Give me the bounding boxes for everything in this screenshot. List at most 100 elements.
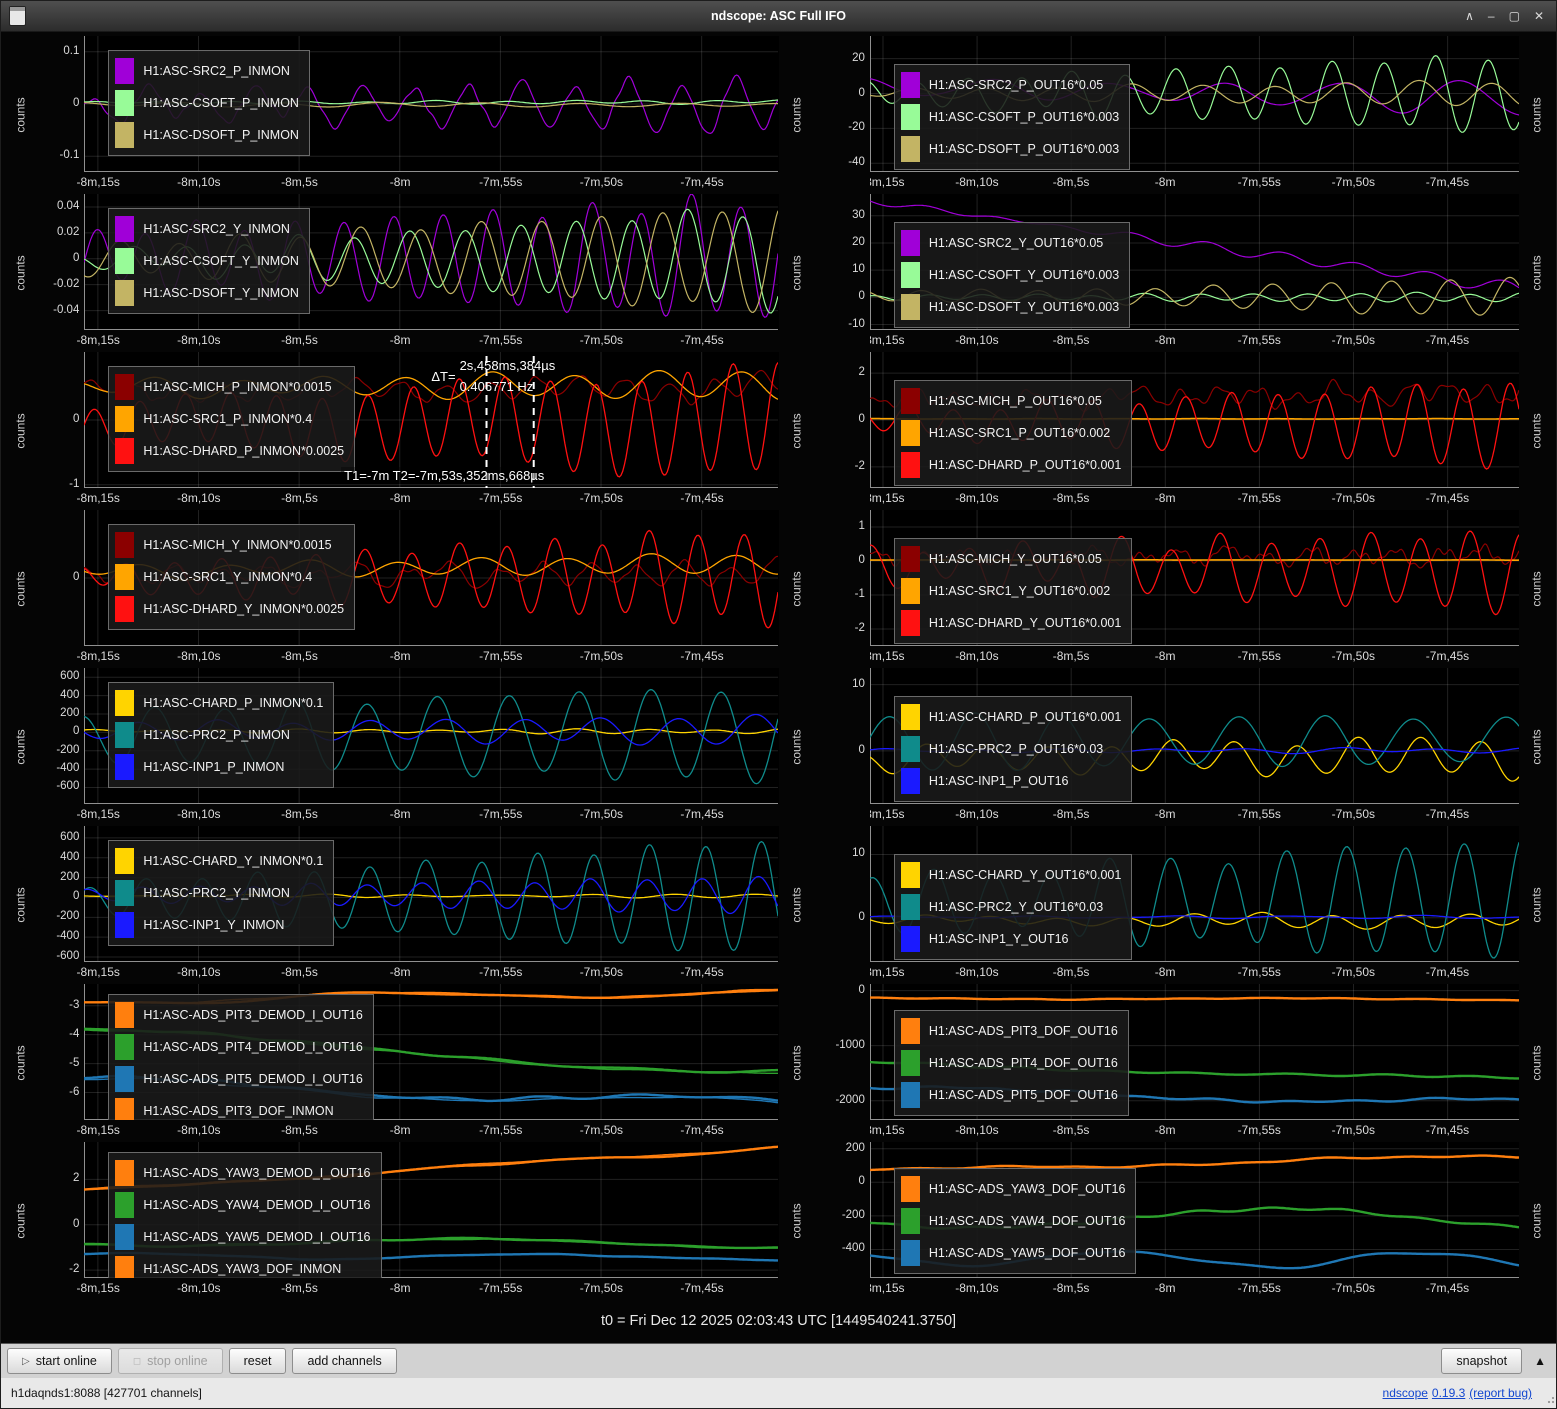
legend[interactable]: H1:ASC-CHARD_Y_INMON*0.1H1:ASC-PRC2_Y_IN…: [108, 840, 334, 946]
close-button[interactable]: ✕: [1534, 8, 1544, 24]
x-tick: -7m,45s: [1402, 175, 1492, 189]
start-online-button[interactable]: ▷ start online: [7, 1348, 112, 1374]
x-tick-labels: -8m,15s-8m,10s-8m,5s-8m-7m,55s-7m,50s-7m…: [870, 804, 1519, 826]
legend-entry: H1:ASC-ADS_YAW3_DOF_INMON: [115, 1253, 370, 1278]
y-axis-label: counts: [3, 352, 38, 510]
x-tick: -8m,15s: [870, 491, 928, 505]
y-tick: 0: [858, 87, 864, 99]
y-tick-labels: 200-20-40: [814, 36, 870, 194]
x-tick-labels: -8m,15s-8m,10s-8m,5s-8m-7m,55s-7m,50s-7m…: [84, 1120, 778, 1142]
legend-swatch: [115, 406, 134, 432]
x-tick: -7m,55s: [456, 175, 546, 189]
plot-canvas[interactable]: H1:ASC-CHARD_Y_INMON*0.1H1:ASC-PRC2_Y_IN…: [84, 826, 778, 962]
plot-canvas[interactable]: H1:ASC-CHARD_P_OUT16*0.001H1:ASC-PRC2_P_…: [870, 668, 1519, 804]
legend-swatch: [901, 1176, 920, 1202]
y-axis-label-right: counts: [1519, 36, 1554, 194]
legend[interactable]: H1:ASC-SRC2_P_INMONH1:ASC-CSOFT_P_INMONH…: [108, 50, 310, 156]
legend[interactable]: H1:ASC-CHARD_P_OUT16*0.001H1:ASC-PRC2_P_…: [894, 696, 1132, 802]
y-tick-labels: -3-4-5-6: [38, 984, 84, 1142]
y-tick: 0: [73, 571, 79, 583]
legend[interactable]: H1:ASC-MICH_Y_OUT16*0.05H1:ASC-SRC1_Y_OU…: [894, 538, 1132, 644]
plot-canvas[interactable]: H1:ASC-ADS_PIT3_DOF_OUT16H1:ASC-ADS_PIT4…: [870, 984, 1519, 1120]
y-tick: 10: [852, 263, 865, 275]
plot-canvas[interactable]: H1:ASC-MICH_Y_INMON*0.0015H1:ASC-SRC1_Y_…: [84, 510, 778, 646]
title-bar[interactable]: ndscope: ASC Full IFO ∧ – ▢ ✕: [1, 1, 1556, 32]
plot-canvas[interactable]: ΔT=2s,458ms,384µs0.406771 HzT1=-7m T2=-7…: [84, 352, 778, 488]
plot-canvas[interactable]: H1:ASC-ADS_YAW3_DEMOD_I_OUT16 H1:ASC-ADS_…: [84, 1142, 778, 1278]
legend[interactable]: H1:ASC-ADS_YAW3_DEMOD_I_OUT16 H1:ASC-ADS_…: [108, 1152, 381, 1278]
y-tick: 10: [852, 847, 865, 859]
plot-canvas[interactable]: H1:ASC-SRC2_P_OUT16*0.05H1:ASC-CSOFT_P_O…: [870, 36, 1519, 172]
y-tick: -200: [842, 1209, 865, 1221]
legend[interactable]: H1:ASC-ADS_YAW3_DOF_OUT16H1:ASC-ADS_YAW4…: [894, 1168, 1137, 1274]
legend-label: H1:ASC-SRC2_P_INMON: [143, 64, 290, 78]
shade-button[interactable]: ∧: [1465, 8, 1474, 24]
legend[interactable]: H1:ASC-SRC2_Y_OUT16*0.05H1:ASC-CSOFT_Y_O…: [894, 222, 1130, 328]
add-channels-button[interactable]: add channels: [292, 1348, 396, 1374]
legend-swatch: [901, 610, 920, 636]
plot-canvas[interactable]: H1:ASC-SRC2_Y_OUT16*0.05H1:ASC-CSOFT_Y_O…: [870, 194, 1519, 330]
x-tick-labels: -8m,15s-8m,10s-8m,5s-8m-7m,55s-7m,50s-7m…: [870, 962, 1519, 984]
plot-canvas[interactable]: H1:ASC-CHARD_P_INMON*0.1H1:ASC-PRC2_P_IN…: [84, 668, 778, 804]
ndscope-window: ndscope: ASC Full IFO ∧ – ▢ ✕ counts 0.10…: [0, 0, 1557, 1409]
y-tick-labels: 0.10-0.1: [38, 36, 84, 194]
plot-canvas[interactable]: H1:ASC-CHARD_Y_OUT16*0.001H1:ASC-PRC2_Y_…: [870, 826, 1519, 962]
legend-swatch: [115, 122, 134, 148]
y-tick: 0: [858, 554, 864, 566]
x-tick: -8m: [355, 649, 445, 663]
legend-label: H1:ASC-MICH_P_INMON*0.0015: [143, 380, 331, 394]
snapshot-button[interactable]: snapshot: [1441, 1348, 1522, 1374]
minimize-button[interactable]: –: [1488, 8, 1495, 24]
y-tick: -6: [69, 1086, 79, 1098]
plot-canvas[interactable]: H1:ASC-SRC2_P_INMONH1:ASC-CSOFT_P_INMONH…: [84, 36, 778, 172]
collapse-arrow-icon[interactable]: ▲: [1530, 1354, 1550, 1368]
legend-entry: H1:ASC-INP1_P_INMON: [115, 751, 323, 783]
plot-chard-p-out16: counts100H1:ASC-CHARD_P_OUT16*0.001H1:AS…: [779, 668, 1555, 826]
y-tick: -1: [855, 588, 865, 600]
x-tick: -7m,55s: [1214, 649, 1304, 663]
plot-canvas[interactable]: H1:ASC-ADS_PIT3_DEMOD_I_OUT16H1:ASC-ADS_…: [84, 984, 778, 1120]
legend-label: H1:ASC-CHARD_P_INMON*0.1: [143, 696, 323, 710]
x-tick-labels: -8m,15s-8m,10s-8m,5s-8m-7m,55s-7m,50s-7m…: [870, 172, 1519, 194]
y-tick: 0: [73, 890, 79, 902]
version-link[interactable]: 0.19.3: [1432, 1386, 1465, 1400]
y-tick-labels: 0.040.020-0.02-0.04: [38, 194, 84, 352]
plot-canvas[interactable]: H1:ASC-MICH_Y_OUT16*0.05H1:ASC-SRC1_Y_OU…: [870, 510, 1519, 646]
maximize-button[interactable]: ▢: [1509, 8, 1520, 24]
legend-entry: H1:ASC-ADS_YAW3_DEMOD_I_OUT16: [115, 1157, 370, 1189]
plot-canvas[interactable]: H1:ASC-ADS_YAW3_DOF_OUT16H1:ASC-ADS_YAW4…: [870, 1142, 1519, 1278]
ndscope-link[interactable]: ndscope: [1383, 1386, 1428, 1400]
legend-swatch: [901, 1018, 920, 1044]
legend[interactable]: H1:ASC-ADS_PIT3_DOF_OUT16H1:ASC-ADS_PIT4…: [894, 1010, 1129, 1116]
plot-canvas[interactable]: H1:ASC-MICH_P_OUT16*0.05H1:ASC-SRC1_P_OU…: [870, 352, 1519, 488]
stop-online-button[interactable]: ◻ stop online: [118, 1348, 223, 1374]
x-tick: -8m,10s: [154, 175, 244, 189]
legend-label: H1:ASC-DSOFT_P_INMON: [143, 128, 299, 142]
legend-swatch: [901, 736, 920, 762]
reset-button[interactable]: reset: [229, 1348, 287, 1374]
legend-label: H1:ASC-ADS_YAW4_DOF_OUT16: [929, 1214, 1126, 1228]
legend[interactable]: H1:ASC-SRC2_P_OUT16*0.05H1:ASC-CSOFT_P_O…: [894, 64, 1130, 170]
x-tick: -8m: [355, 333, 445, 347]
x-tick: -7m,55s: [1214, 1281, 1304, 1295]
legend[interactable]: H1:ASC-CHARD_Y_OUT16*0.001H1:ASC-PRC2_Y_…: [894, 854, 1132, 960]
y-tick: 0: [73, 1218, 79, 1230]
report-bug-link[interactable]: (report bug): [1469, 1386, 1532, 1400]
legend[interactable]: H1:ASC-MICH_P_INMON*0.0015H1:ASC-SRC1_P_…: [108, 366, 355, 472]
x-tick: -7m,50s: [556, 175, 646, 189]
plot-canvas[interactable]: H1:ASC-SRC2_Y_INMONH1:ASC-CSOFT_Y_INMONH…: [84, 194, 778, 330]
x-tick: -7m,45s: [657, 807, 747, 821]
x-tick-labels: -8m,15s-8m,10s-8m,5s-8m-7m,55s-7m,50s-7m…: [870, 488, 1519, 510]
x-tick: -7m,45s: [1402, 1123, 1492, 1137]
legend[interactable]: H1:ASC-MICH_Y_INMON*0.0015H1:ASC-SRC1_Y_…: [108, 524, 355, 630]
y-tick: 10: [852, 678, 865, 690]
legend[interactable]: H1:ASC-MICH_P_OUT16*0.05H1:ASC-SRC1_P_OU…: [894, 380, 1132, 486]
legend[interactable]: H1:ASC-SRC2_Y_INMONH1:ASC-CSOFT_Y_INMONH…: [108, 208, 310, 314]
x-tick-labels: -8m,15s-8m,10s-8m,5s-8m-7m,55s-7m,50s-7m…: [84, 962, 778, 984]
legend[interactable]: H1:ASC-ADS_PIT3_DEMOD_I_OUT16H1:ASC-ADS_…: [108, 994, 374, 1120]
legend[interactable]: H1:ASC-CHARD_P_INMON*0.1H1:ASC-PRC2_P_IN…: [108, 682, 334, 788]
resize-grip[interactable]: [1546, 1397, 1554, 1405]
legend-label: H1:ASC-ADS_PIT3_DOF_OUT16: [929, 1024, 1118, 1038]
legend-entry: H1:ASC-DHARD_Y_OUT16*0.001: [901, 607, 1121, 639]
x-tick: -7m,45s: [1402, 649, 1492, 663]
